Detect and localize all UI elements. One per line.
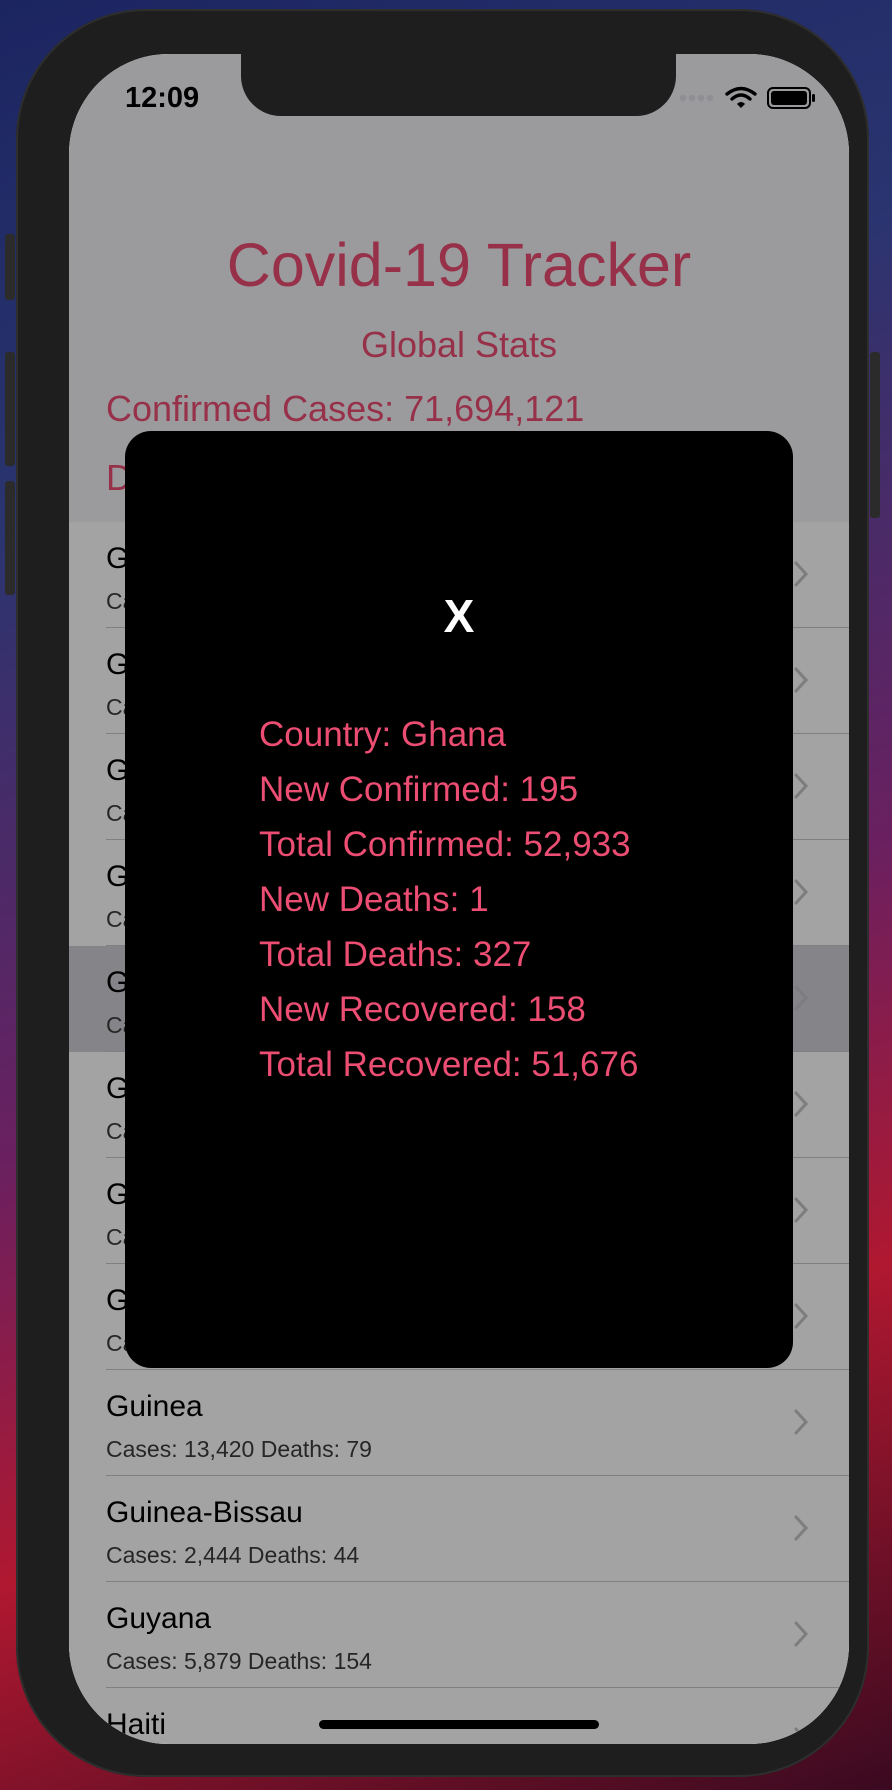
cellular-signal-icon xyxy=(679,94,714,102)
notch xyxy=(241,54,676,116)
status-time: 12:09 xyxy=(125,82,200,114)
detail-new-recovered: New Recovered: 158 xyxy=(259,990,586,1029)
home-indicator[interactable] xyxy=(319,1720,599,1729)
detail-total-confirmed: Total Confirmed: 52,933 xyxy=(259,825,631,864)
country-detail-modal: X Country: Ghana New Confirmed: 195 Tota… xyxy=(125,431,793,1368)
volume-down-button xyxy=(5,481,15,595)
detail-new-deaths: New Deaths: 1 xyxy=(259,880,489,919)
phone-frame: Covid-19 Tracker Global Stats Confirmed … xyxy=(5,9,880,1777)
power-button xyxy=(870,352,880,518)
close-button[interactable]: X xyxy=(125,589,793,643)
wifi-icon xyxy=(725,86,757,108)
mute-switch xyxy=(5,234,15,300)
screen: Covid-19 Tracker Global Stats Confirmed … xyxy=(69,54,849,1744)
detail-total-deaths: Total Deaths: 327 xyxy=(259,935,532,974)
volume-up-button xyxy=(5,352,15,466)
detail-total-recovered: Total Recovered: 51,676 xyxy=(259,1045,639,1084)
detail-new-confirmed: New Confirmed: 195 xyxy=(259,770,579,809)
detail-country: Country: Ghana xyxy=(259,715,507,754)
battery-icon xyxy=(767,87,815,109)
status-icons xyxy=(679,86,817,110)
